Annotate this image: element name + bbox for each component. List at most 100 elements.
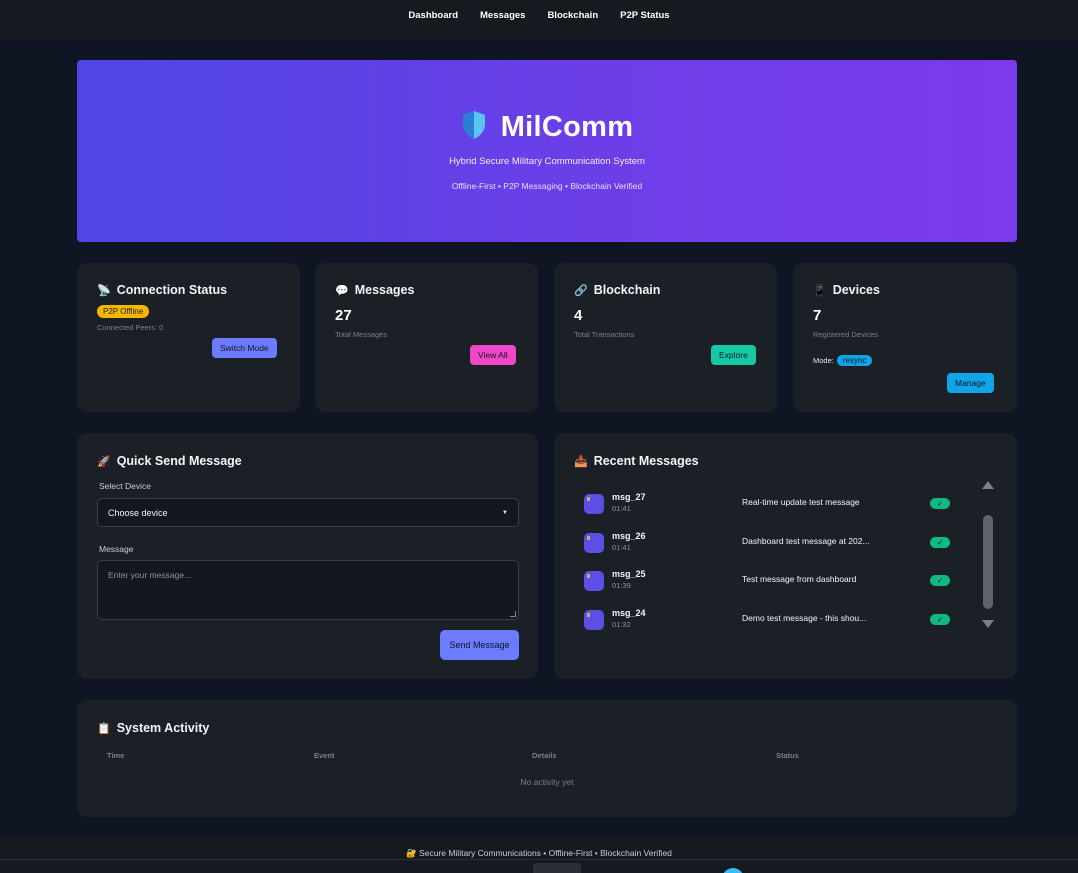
- nav-messages[interactable]: Messages: [480, 10, 525, 21]
- shield-icon: [461, 110, 487, 145]
- footer-text: Secure Military Communications • Offline…: [419, 848, 672, 858]
- card-title: 💬 Messages: [335, 283, 414, 297]
- device-select[interactable]: Choose device ▼: [97, 498, 519, 527]
- column-header-status: Status: [776, 751, 799, 760]
- p2p-status-badge: P2P Offline: [97, 305, 150, 318]
- list-item[interactable]: msg_25 01:39 Test message from dashboard…: [584, 569, 954, 599]
- lock-icon: 🔐: [406, 848, 417, 858]
- registered-devices-count: 7: [813, 307, 822, 324]
- card-title: 📱 Devices: [813, 283, 880, 297]
- mode-label: Mode:: [813, 356, 834, 365]
- message-placeholder: Enter your message...: [108, 570, 192, 580]
- message-time: 01:39: [612, 581, 631, 590]
- footer-text-row: 🔐 Secure Military Communications • Offli…: [0, 848, 1078, 859]
- clipboard-icon: 📋: [97, 722, 111, 735]
- card-title: 📡 Connection Status: [97, 283, 227, 297]
- footer-divider: [0, 859, 1078, 860]
- check-icon: ✓: [930, 498, 950, 509]
- nav-blockchain[interactable]: Blockchain: [547, 10, 598, 21]
- taskbar-app-icon[interactable]: [722, 868, 744, 873]
- top-nav: Dashboard Messages Blockchain P2P Status: [0, 0, 1078, 40]
- total-messages-count: 27: [335, 307, 352, 324]
- message-avatar-icon: [584, 571, 604, 591]
- app-title: MilComm: [500, 111, 634, 143]
- messages-card: 💬 Messages 27 Total Messages View All: [315, 263, 538, 412]
- select-device-label: Select Device: [99, 481, 151, 491]
- message-id: msg_26: [612, 531, 646, 541]
- column-header-time: Time: [107, 751, 125, 760]
- connected-peers: Connected Peers: 0: [97, 323, 164, 332]
- card-title: 🔗 Blockchain: [574, 283, 660, 297]
- total-transactions-count: 4: [574, 307, 583, 324]
- rocket-icon: 🚀: [97, 455, 111, 468]
- inbox-icon: 📥: [574, 455, 588, 468]
- device-select-value: Choose device: [108, 507, 168, 518]
- resize-handle-icon[interactable]: [510, 611, 516, 617]
- scroll-down-arrow-icon[interactable]: [982, 620, 994, 628]
- send-message-button[interactable]: Send Message: [440, 630, 519, 660]
- check-icon: ✓: [930, 575, 950, 586]
- system-activity-card: 📋 System Activity Time Event Details Sta…: [77, 700, 1017, 817]
- messages-title: Messages: [354, 283, 415, 297]
- nav-p2p-status[interactable]: P2P Status: [620, 10, 669, 21]
- blockchain-card: 🔗 Blockchain 4 Total Transactions Explor…: [554, 263, 777, 412]
- activity-empty-state: No activity yet: [520, 777, 574, 787]
- message-preview: Dashboard test message at 202...: [742, 536, 870, 546]
- recent-messages-card: 📥 Recent Messages msg_27 01:41 Real-time…: [554, 433, 1017, 679]
- column-header-event: Event: [314, 751, 335, 760]
- view-all-button[interactable]: View All: [470, 345, 516, 365]
- list-item[interactable]: msg_27 01:41 Real-time update test messa…: [584, 492, 954, 522]
- message-avatar-icon: [584, 533, 604, 553]
- check-icon: ✓: [930, 614, 950, 625]
- device-icon: 📱: [813, 284, 827, 297]
- quick-send-card: 🚀 Quick Send Message Select Device Choos…: [77, 433, 538, 679]
- hero-subtitle: Hybrid Secure Military Communication Sys…: [449, 156, 645, 167]
- message-input[interactable]: Enter your message...: [97, 560, 519, 620]
- message-preview: Real-time update test message: [742, 497, 860, 507]
- manage-button[interactable]: Manage: [947, 373, 994, 393]
- message-preview: Demo test message - this shou...: [742, 613, 867, 623]
- device-mode: Mode: resync: [813, 355, 873, 366]
- message-time: 01:41: [612, 543, 631, 552]
- hero-tagline: Offline-First • P2P Messaging • Blockcha…: [451, 181, 643, 191]
- explore-button[interactable]: Explore: [711, 345, 756, 365]
- scroll-up-arrow-icon[interactable]: [982, 481, 994, 489]
- scrollbar-thumb[interactable]: [983, 515, 993, 609]
- hero-title-row: MilComm: [77, 110, 1017, 145]
- mode-badge: resync: [836, 355, 873, 366]
- check-icon: ✓: [930, 537, 950, 548]
- message-id: msg_27: [612, 492, 646, 502]
- system-activity-title: System Activity: [116, 721, 210, 735]
- link-icon: 🔗: [574, 284, 588, 297]
- column-header-details: Details: [532, 751, 557, 760]
- list-item[interactable]: msg_24 01:32 Demo test message - this sh…: [584, 608, 954, 638]
- card-title: 📥 Recent Messages: [574, 454, 699, 468]
- nav-dashboard[interactable]: Dashboard: [408, 10, 458, 21]
- hero-banner: MilComm Hybrid Secure Military Communica…: [77, 60, 1017, 242]
- devices-title: Devices: [832, 283, 880, 297]
- card-title: 🚀 Quick Send Message: [97, 454, 242, 468]
- chevron-down-icon: ▼: [502, 509, 508, 516]
- taskbar-item[interactable]: [533, 863, 581, 873]
- blockchain-title: Blockchain: [593, 283, 661, 297]
- connection-status-card: 📡 Connection Status P2P Offline Connecte…: [77, 263, 300, 412]
- total-transactions-label: Total Transactions: [574, 330, 635, 339]
- registered-devices-label: Registered Devices: [813, 330, 879, 339]
- speech-bubble-icon: 💬: [335, 284, 349, 297]
- recent-messages-title: Recent Messages: [593, 454, 699, 468]
- message-label: Message: [99, 544, 134, 554]
- satellite-icon: 📡: [97, 284, 111, 297]
- message-time: 01:32: [612, 620, 631, 629]
- connection-status-title: Connection Status: [116, 283, 228, 297]
- message-preview: Test message from dashboard: [742, 574, 857, 584]
- message-avatar-icon: [584, 610, 604, 630]
- footer: 🔐 Secure Military Communications • Offli…: [0, 837, 1078, 873]
- card-title: 📋 System Activity: [97, 721, 209, 735]
- total-messages-label: Total Messages: [335, 330, 388, 339]
- list-item[interactable]: msg_26 01:41 Dashboard test message at 2…: [584, 531, 954, 561]
- quick-send-title: Quick Send Message: [116, 454, 242, 468]
- message-avatar-icon: [584, 494, 604, 514]
- message-id: msg_25: [612, 569, 646, 579]
- message-time: 01:41: [612, 504, 631, 513]
- switch-mode-button[interactable]: Switch Mode: [212, 338, 277, 358]
